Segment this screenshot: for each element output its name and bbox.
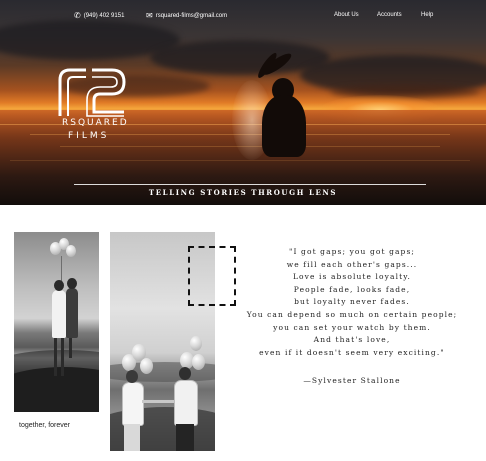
quote-line: you can set your watch by them. [273, 322, 431, 332]
top-bar: ✆ (949) 402 9151 ✉ rsquared-films@gmail.… [0, 8, 486, 26]
person-woman [122, 382, 144, 426]
quote-author: —Sylvester Stallone [303, 376, 401, 385]
person-man [174, 380, 198, 426]
photo-caption: together, forever [19, 422, 70, 429]
person-legs [176, 424, 194, 451]
holding-hands [142, 400, 174, 403]
quote-block: "I got gaps; you got gaps; we fill each … [236, 246, 468, 359]
hero-banner: ✆ (949) 402 9151 ✉ rsquared-films@gmail.… [0, 0, 486, 205]
site-logo[interactable]: RSQUARED FILMS [56, 66, 136, 146]
phone-number: (949) 402 9151 [83, 13, 125, 19]
dashed-frame [188, 246, 236, 306]
quote-line: but loyalty never fades. [294, 297, 410, 307]
balloon [140, 358, 153, 374]
person-man [66, 288, 78, 338]
quote-line: even if it doesn't seem very exciting." [259, 347, 445, 357]
person-leg [54, 338, 57, 376]
balloon [190, 336, 202, 351]
balloon [192, 354, 205, 370]
ripple [10, 160, 470, 161]
person-head [126, 370, 138, 383]
email-address: rsquared-films@gmail.com [155, 13, 228, 19]
person-leg [61, 338, 64, 376]
nav-about-us[interactable]: About Us [334, 12, 359, 18]
quote-line: People fade, looks fade, [293, 284, 411, 294]
quote-line: "I got gaps; you got gaps; [288, 247, 416, 256]
person-woman [52, 290, 66, 338]
photo-couple-beach [14, 232, 99, 412]
quote-line: You can depend so much on certain people… [246, 309, 458, 319]
phone-contact[interactable]: ✆ (949) 402 9151 [74, 12, 124, 20]
person-head [54, 280, 64, 291]
envelope-icon: ✉ [146, 11, 153, 20]
person-head [67, 278, 77, 289]
nav-accounts[interactable]: Accounts [377, 12, 402, 18]
logo-text-rsquared: RSQUARED [62, 118, 129, 128]
logo-text-films: FILMS [68, 131, 110, 141]
person-leg [69, 338, 72, 358]
logo-mark-icon [58, 68, 126, 117]
nav-help[interactable]: Help [421, 12, 433, 18]
tagline-divider [74, 184, 426, 185]
person-legs [124, 424, 140, 451]
person-head [179, 367, 191, 380]
hero-tagline: TELLING STORIES THROUGH LENS [148, 188, 338, 197]
phone-icon: ✆ [74, 11, 81, 20]
balloon [66, 245, 76, 257]
quote-line: we fill each other's gaps... [286, 259, 418, 269]
quote-line: And that's love, [313, 335, 391, 345]
quote-line: Love is absolute loyalty. [292, 272, 412, 282]
figure-silhouette [262, 95, 306, 157]
email-contact[interactable]: ✉ rsquared-films@gmail.com [146, 12, 227, 20]
